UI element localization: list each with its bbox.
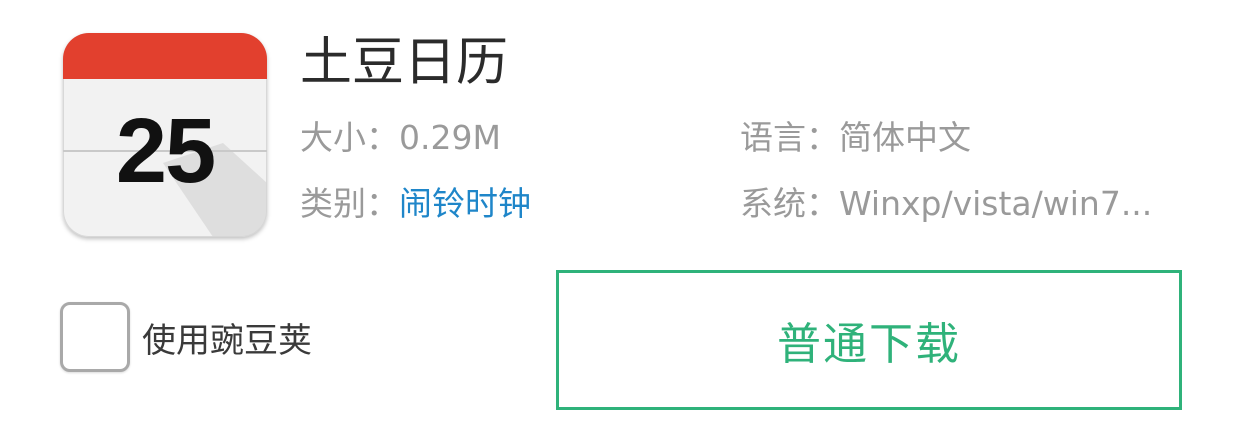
app-category-label: 类别： <box>300 184 399 223</box>
app-language-value: 简体中文 <box>839 118 971 157</box>
app-language-label: 语言： <box>740 118 839 157</box>
use-wandoujia-option[interactable]: 使用豌豆荚 <box>60 300 312 374</box>
use-wandoujia-checkbox[interactable] <box>60 302 130 372</box>
app-system: 系统：Winxp/vista/win7... <box>740 182 1160 226</box>
app-language: 语言：简体中文 <box>740 116 971 160</box>
app-category-link[interactable]: 闹铃时钟 <box>399 184 531 223</box>
app-size: 大小：0.29M <box>300 116 501 160</box>
use-wandoujia-label: 使用豌豆荚 <box>142 320 312 361</box>
app-category: 类别：闹铃时钟 <box>300 182 531 226</box>
app-title: 土豆日历 <box>300 33 509 93</box>
app-system-value: Winxp/vista/win7... <box>839 184 1153 223</box>
calendar-icon: 25 <box>63 33 267 237</box>
app-system-label: 系统： <box>740 184 839 223</box>
app-size-label: 大小： <box>300 118 399 157</box>
calendar-day-number: 25 <box>115 100 216 202</box>
app-download-card: 25 土豆日历 大小：0.29M 类别：闹铃时钟 语言：简体中文 系统：Winx… <box>0 0 1236 430</box>
app-size-value: 0.29M <box>399 118 501 157</box>
download-button[interactable]: 普通下载 <box>556 270 1182 410</box>
download-button-label: 普通下载 <box>777 319 961 370</box>
